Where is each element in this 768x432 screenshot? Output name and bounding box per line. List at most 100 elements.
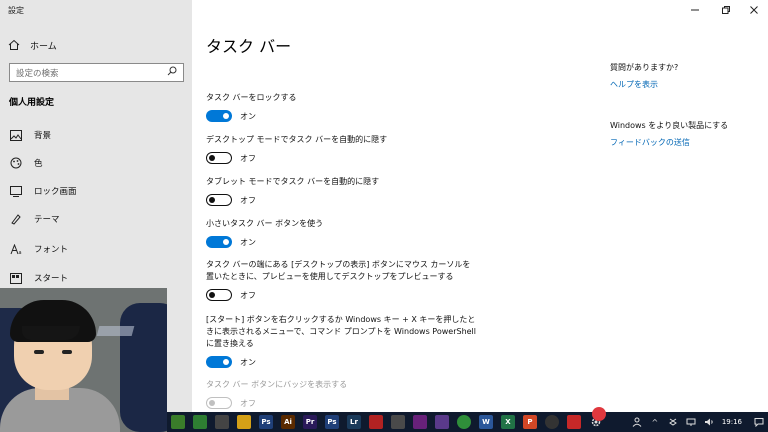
sidebar-item-label: ロック画面: [34, 187, 77, 197]
theme-icon: [9, 213, 23, 225]
toggle-state: オン: [240, 111, 256, 121]
svg-text:a: a: [19, 250, 22, 255]
setting-label: タスク バーの端にある [デスクトップの表示] ボタンにマウス カーソルを置いた…: [206, 260, 471, 281]
lightroom-icon[interactable]: Lr: [347, 415, 361, 429]
edit-app-icon[interactable]: [435, 415, 449, 429]
green-app-icon[interactable]: [171, 415, 185, 429]
circle-app-icon[interactable]: [215, 415, 229, 429]
sidebar-item-label: テーマ: [34, 215, 60, 225]
red-app-icon[interactable]: [567, 415, 581, 429]
toggle-state: オフ: [240, 290, 256, 300]
font-icon: a: [9, 243, 23, 255]
volume-icon[interactable]: [703, 416, 715, 428]
autohide-tablet-toggle[interactable]: [206, 194, 232, 206]
taskbar: Ps Ai Pr Ps Lr W X P ^ 19:16: [167, 412, 768, 432]
maximize-button[interactable]: [719, 3, 733, 15]
feedback-link[interactable]: フィードバックの送信: [610, 137, 690, 148]
word-icon[interactable]: W: [479, 415, 493, 429]
toggle-state: オフ: [240, 398, 256, 408]
sidebar-home-label: ホーム: [30, 41, 57, 52]
help-link[interactable]: ヘルプを表示: [610, 79, 658, 90]
page-title: タスク バー: [206, 37, 292, 56]
system-tray: ^ 19:16: [628, 412, 768, 432]
setting-autohide-desktop: デスクトップ モードでタスク バーを自動的に隠す オフ: [206, 134, 476, 164]
visual-studio-icon[interactable]: [413, 415, 427, 429]
waveform-icon[interactable]: [237, 415, 251, 429]
illustrator-icon[interactable]: Ai: [281, 415, 295, 429]
clock[interactable]: 19:16: [722, 418, 742, 426]
photoshop-icon-2[interactable]: Ps: [325, 415, 339, 429]
premiere-icon[interactable]: Pr: [303, 415, 317, 429]
fringe: [22, 326, 80, 340]
photoshop-icon[interactable]: Ps: [259, 415, 273, 429]
toggle-state: オフ: [240, 153, 256, 163]
chair-right: [120, 303, 167, 432]
setting-badges: タスク バー ボタンにバッジを表示する オフ: [206, 379, 476, 409]
setting-label: タスク バーをロックする: [206, 93, 297, 102]
sidebar-item-label: スタート: [34, 274, 69, 284]
setting-label: タブレット モードでタスク バーを自動的に隠す: [206, 177, 380, 186]
search-input[interactable]: 設定の検索: [9, 63, 184, 82]
chrome-icon[interactable]: [457, 415, 471, 429]
setting-autohide-tablet: タブレット モードでタスク バーを自動的に隠す オフ: [206, 176, 476, 206]
chair-logo: [96, 326, 135, 336]
minimize-icon: [690, 0, 700, 19]
setting-label: [スタート] ボタンを右クリックするか Windows キー + X キーを押し…: [206, 315, 477, 348]
terminal-icon[interactable]: [193, 415, 207, 429]
app-title: 設定: [8, 6, 24, 15]
dropbox-icon[interactable]: [667, 416, 679, 428]
peek-preview-toggle[interactable]: [206, 289, 232, 301]
improve-text: Windows をより良い製品にする: [610, 121, 729, 130]
toggle-state: オフ: [240, 195, 256, 205]
setting-peek-preview: タスク バーの端にある [デスクトップの表示] ボタンにマウス カーソルを置いた…: [206, 259, 476, 301]
toggle-state: オン: [240, 357, 256, 367]
section-label: 個人用設定: [9, 98, 55, 108]
help-question: 質問がありますか?: [610, 63, 679, 72]
setting-powershell: [スタート] ボタンを右クリックするか Windows キー + X キーを押し…: [206, 314, 476, 368]
sidebar-item-label: フォント: [34, 245, 69, 255]
sidebar-item-font[interactable]: a フォント: [0, 238, 192, 260]
setting-label: 小さいタスク バー ボタンを使う: [206, 219, 324, 228]
close-icon: [749, 0, 759, 19]
badges-toggle[interactable]: [206, 397, 232, 409]
setting-label: タスク バー ボタンにバッジを表示する: [206, 380, 348, 389]
sidebar-item-start[interactable]: スタート: [0, 267, 192, 289]
obs-icon[interactable]: [545, 415, 559, 429]
powerpoint-icon[interactable]: P: [523, 415, 537, 429]
small-buttons-toggle[interactable]: [206, 236, 232, 248]
filezilla-icon[interactable]: [369, 415, 383, 429]
notifications-icon[interactable]: [753, 416, 765, 428]
excel-icon[interactable]: X: [501, 415, 515, 429]
start-icon: [9, 272, 23, 284]
sidebar-item-label: 色: [34, 159, 43, 169]
search-placeholder: 設定の検索: [16, 68, 59, 79]
sidebar-item-label: 背景: [34, 131, 52, 141]
eye-right: [62, 350, 72, 354]
close-button[interactable]: [747, 3, 761, 15]
setting-small-buttons: 小さいタスク バー ボタンを使う オン: [206, 218, 476, 248]
sidebar-item-background[interactable]: 背景: [0, 124, 192, 146]
home-icon: [8, 39, 22, 51]
restore-icon: [721, 0, 731, 19]
game-app-icon[interactable]: [391, 415, 405, 429]
minimize-button[interactable]: [688, 3, 702, 15]
setting-label: デスクトップ モードでタスク バーを自動的に隠す: [206, 135, 388, 144]
image-icon: [9, 129, 23, 141]
eye-left: [34, 350, 44, 354]
autohide-desktop-toggle[interactable]: [206, 152, 232, 164]
sidebar-item-color[interactable]: 色: [0, 152, 192, 174]
lock-taskbar-toggle[interactable]: [206, 110, 232, 122]
sidebar-item-lock-screen[interactable]: ロック画面: [0, 180, 192, 202]
chevron-up-icon[interactable]: ^: [649, 416, 661, 428]
sidebar-item-theme[interactable]: テーマ: [0, 208, 192, 230]
palette-icon: [9, 157, 23, 169]
search-icon[interactable]: [167, 66, 177, 79]
setting-lock-taskbar: タスク バーをロックする オン: [206, 92, 476, 122]
powershell-toggle[interactable]: [206, 356, 232, 368]
network-icon[interactable]: [685, 416, 697, 428]
toggle-state: オン: [240, 237, 256, 247]
sidebar-home[interactable]: ホーム: [8, 37, 184, 53]
lock-screen-icon: [9, 185, 23, 197]
people-icon[interactable]: [631, 416, 643, 428]
recording-indicator: [592, 407, 606, 421]
